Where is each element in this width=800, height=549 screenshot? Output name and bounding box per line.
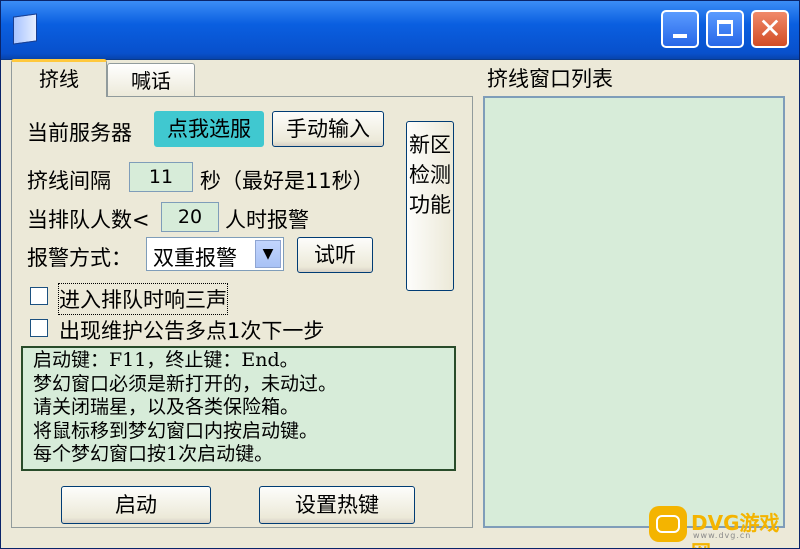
close-icon: ✕ (758, 12, 782, 45)
queue-sound-label[interactable]: 进入排队时响三声 (58, 283, 228, 315)
watermark-url: www.dvg.cn (693, 531, 752, 540)
start-button[interactable]: 启动 (61, 486, 211, 524)
watermark-text: DVG游戏网 (691, 511, 780, 548)
maximize-button[interactable] (706, 10, 744, 48)
info-line: 梦幻窗口必须是新打开的，未动过。 (33, 372, 338, 395)
tab-shout[interactable]: 喊话 (107, 63, 195, 97)
set-hotkey-button[interactable]: 设置热键 (259, 486, 415, 524)
alarm-mode-select[interactable]: 双重报警 ▼ (146, 237, 284, 271)
maintenance-label[interactable]: 出现维护公告多点1次下一步 (59, 315, 324, 345)
minimize-icon (673, 34, 687, 38)
interval-label: 挤线间隔 (27, 169, 111, 193)
close-button[interactable]: ✕ (751, 10, 789, 48)
queue-suffix: 人时报警 (225, 208, 309, 232)
app-icon (13, 13, 37, 45)
maintenance-checkbox[interactable] (30, 319, 48, 337)
alarm-label: 报警方式： (27, 246, 132, 270)
info-line: 将鼠标移到梦幻窗口内按启动键。 (33, 419, 319, 442)
info-line: 启动键：F11，终止键：End。 (33, 349, 299, 371)
new-zone-detect-label: 新区检测功能 (409, 133, 451, 217)
queue-sound-checkbox[interactable] (30, 287, 48, 305)
chevron-down-icon[interactable]: ▼ (255, 240, 281, 268)
info-line: 每个梦幻窗口按1次启动键。 (33, 443, 274, 465)
interval-hint: 秒（最好是11秒） (200, 169, 374, 193)
listen-button[interactable]: 试听 (297, 237, 373, 273)
select-server-button[interactable]: 点我选服 (154, 111, 264, 147)
tab-squeeze-line[interactable]: 挤线 (11, 59, 107, 97)
window-list[interactable] (483, 96, 785, 528)
manual-input-button[interactable]: 手动输入 (272, 111, 384, 147)
title-bar[interactable]: ✕ (1, 1, 799, 60)
window-list-title: 挤线窗口列表 (487, 67, 613, 91)
instructions-box: 启动键：F11，终止键：End。 梦幻窗口必须是新打开的，未动过。 请关闭瑞星，… (21, 346, 456, 471)
interval-input[interactable]: 11 (129, 162, 193, 192)
maximize-icon (717, 20, 733, 36)
queue-label: 当排队人数< (27, 208, 150, 232)
minimize-button[interactable] (661, 10, 699, 48)
watermark-logo: DVG游戏网 www.dvg.cn (649, 506, 795, 548)
alarm-mode-value: 双重报警 (153, 246, 237, 270)
new-zone-detect-button[interactable]: 新区检测功能 (406, 121, 454, 291)
info-line: 请关闭瑞星，以及各类保险箱。 (33, 396, 300, 418)
main-window: ✕ 挤线 喊话 当前服务器 点我选服 手动输入 挤线间隔 11 秒（最好是11秒… (0, 0, 800, 549)
gamepad-icon (649, 506, 687, 542)
queue-threshold-input[interactable]: 20 (161, 202, 219, 232)
server-label: 当前服务器 (27, 121, 132, 145)
